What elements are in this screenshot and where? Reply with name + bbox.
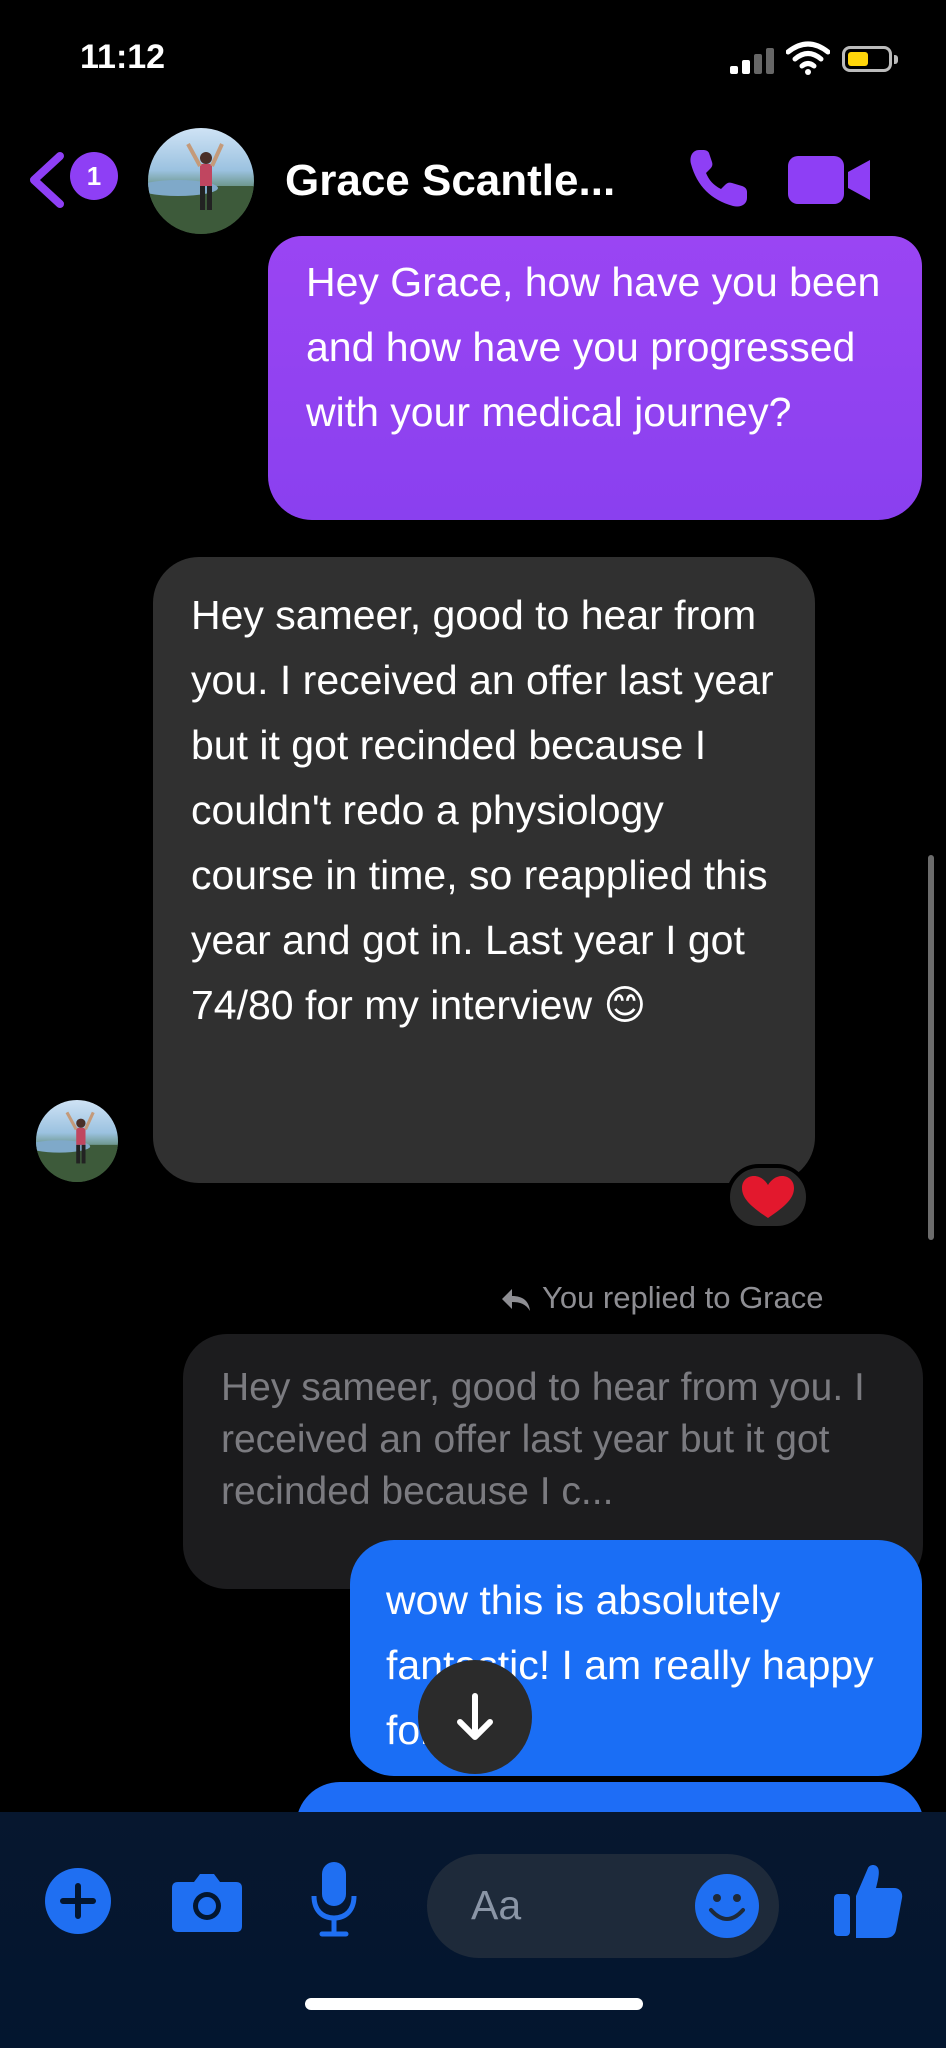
scrollbar[interactable]: [928, 855, 934, 1240]
status-time: 11:12: [80, 38, 166, 76]
camera-icon[interactable]: [170, 1868, 244, 1934]
phone-call-icon[interactable]: [685, 146, 751, 212]
arrow-down-icon: [457, 1693, 493, 1740]
scroll-to-bottom-button[interactable]: [418, 1660, 532, 1774]
heart-reaction-icon[interactable]: [726, 1164, 810, 1230]
message-composer: Aa: [0, 1812, 946, 2048]
microphone-icon[interactable]: [310, 1860, 358, 1940]
message-input[interactable]: Aa: [427, 1854, 779, 1958]
emoji-icon[interactable]: [695, 1874, 759, 1938]
unread-badge: 1: [70, 152, 118, 200]
reply-indicator-text: You replied to Grace: [542, 1280, 824, 1315]
plus-icon[interactable]: [45, 1868, 111, 1934]
contact-name[interactable]: Grace Scantle...: [285, 156, 615, 206]
battery-icon: [842, 46, 898, 72]
sender-avatar[interactable]: [36, 1100, 118, 1182]
back-arrow-icon[interactable]: [26, 150, 66, 210]
home-indicator: [305, 1998, 643, 2010]
cellular-signal-icon: [730, 46, 776, 74]
wifi-icon: [785, 40, 831, 76]
reply-arrow-icon: [502, 1288, 530, 1311]
status-bar: 11:12: [0, 0, 946, 110]
outgoing-message[interactable]: Hey Grace, how have you been and how hav…: [268, 236, 922, 520]
incoming-message[interactable]: Hey sameer, good to hear from you. I rec…: [153, 557, 815, 1183]
video-call-icon[interactable]: [788, 152, 872, 208]
message-input-placeholder: Aa: [471, 1882, 522, 1928]
conversation-header: 1 Grace Scantle...: [0, 110, 946, 250]
reply-indicator: You replied to Grace: [500, 1280, 823, 1316]
thumbs-up-icon[interactable]: [832, 1860, 904, 1940]
contact-avatar[interactable]: [148, 128, 254, 234]
